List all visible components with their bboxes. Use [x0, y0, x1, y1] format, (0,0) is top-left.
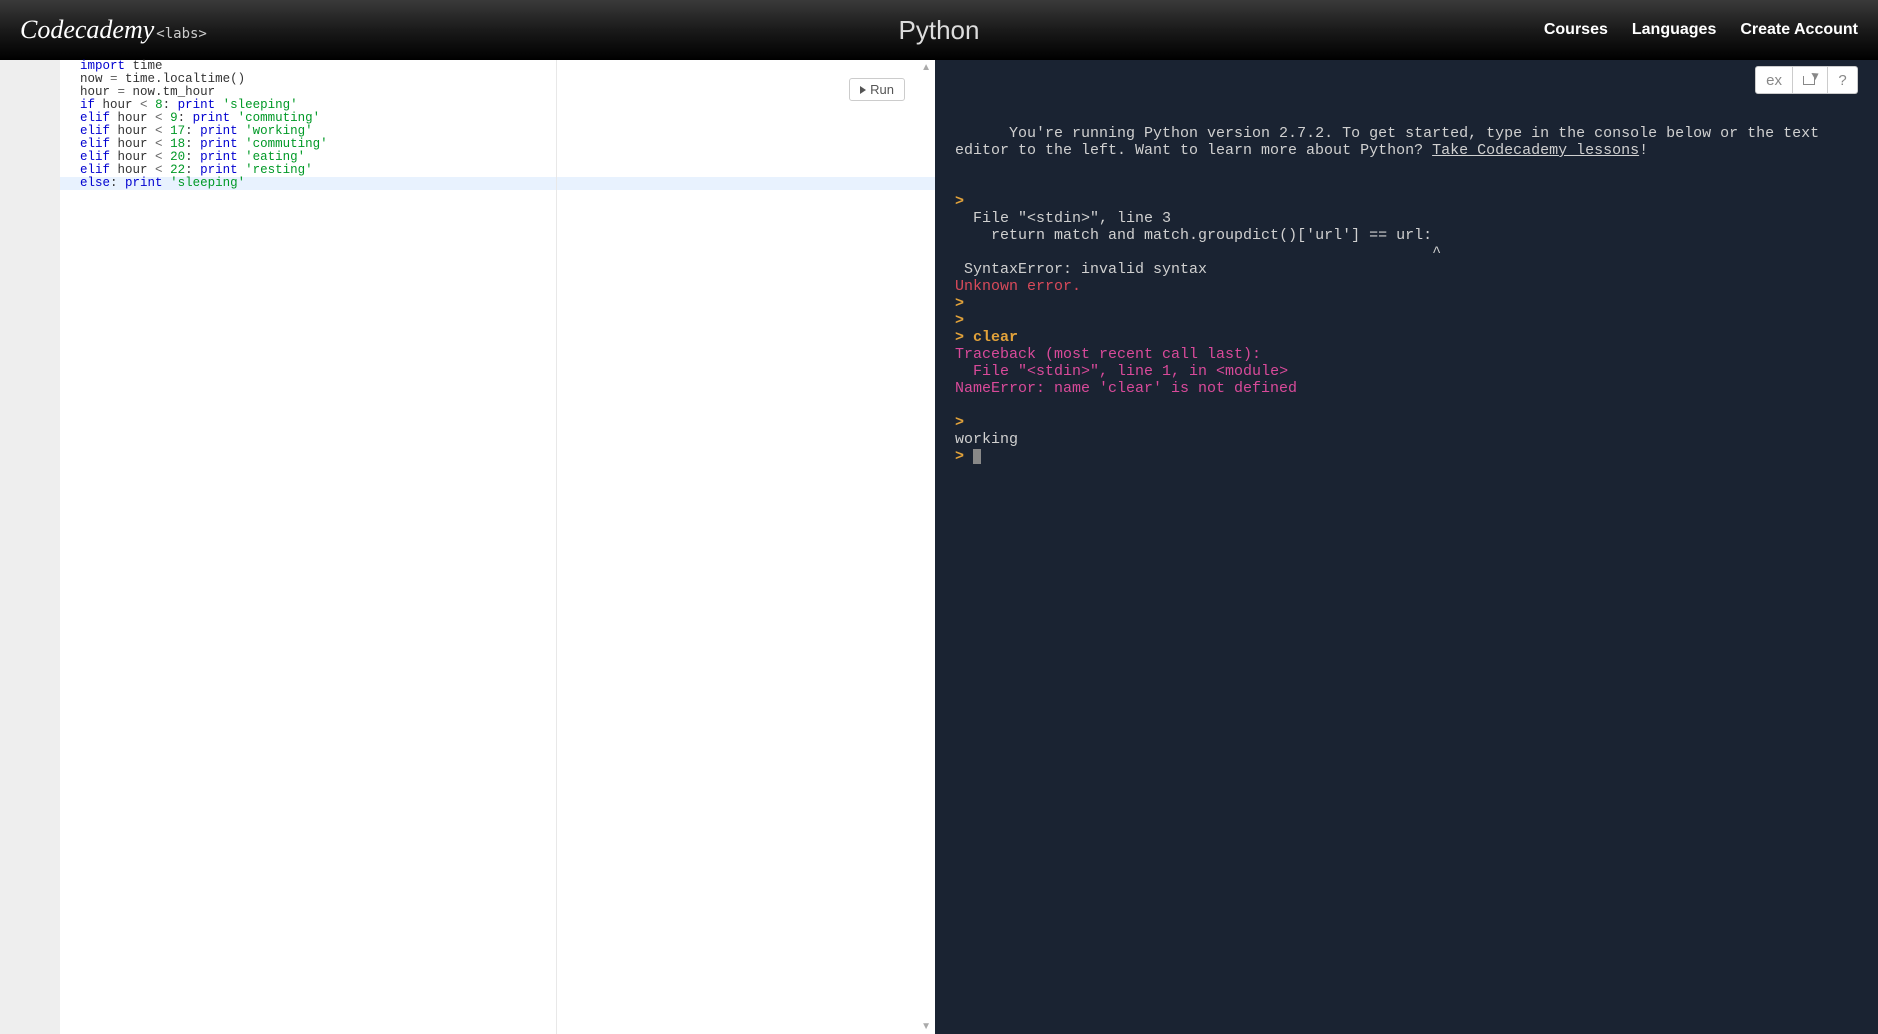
- console-line: >: [955, 312, 1858, 329]
- console-line: >: [955, 295, 1858, 312]
- console-line: ^: [955, 244, 1858, 261]
- nav-create-account[interactable]: Create Account: [1740, 21, 1858, 39]
- header-bar: Codecademy <labs> Python Courses Languag…: [0, 0, 1878, 60]
- main-split: import timenow = time.localtime()hour = …: [0, 60, 1878, 1034]
- examples-button[interactable]: ex: [1755, 66, 1793, 94]
- run-button[interactable]: Run: [849, 78, 905, 101]
- code-editor[interactable]: import timenow = time.localtime()hour = …: [60, 60, 935, 1034]
- console-line: [955, 397, 1858, 414]
- console-line: working: [955, 431, 1858, 448]
- play-icon: [860, 86, 866, 94]
- console-line: >: [955, 448, 1858, 465]
- console-line: NameError: name 'clear' is not defined: [955, 380, 1858, 397]
- code-line[interactable]: else: print 'sleeping': [60, 177, 935, 190]
- console-pane[interactable]: ex ? You're running Python version 2.7.2…: [935, 60, 1878, 1034]
- console-line: [955, 176, 1858, 193]
- console-line: SyntaxError: invalid syntax: [955, 261, 1858, 278]
- print-margin-ruler: [556, 60, 557, 1034]
- console-line: File "<stdin>", line 1, in <module>: [955, 363, 1858, 380]
- cursor: [973, 449, 981, 464]
- nav-links: Courses Languages Create Account: [1544, 21, 1858, 39]
- scroll-down-icon[interactable]: ▼: [921, 1021, 931, 1032]
- logo[interactable]: Codecademy <labs>: [20, 15, 207, 45]
- console-intro: You're running Python version 2.7.2. To …: [955, 108, 1858, 176]
- console-line: >: [955, 193, 1858, 210]
- logo-main: Codecademy: [20, 15, 154, 45]
- console-line: File "<stdin>", line 3: [955, 210, 1858, 227]
- nav-courses[interactable]: Courses: [1544, 21, 1608, 39]
- console-line: Unknown error.: [955, 278, 1858, 295]
- logo-labs: <labs>: [156, 26, 207, 42]
- help-button[interactable]: ?: [1828, 66, 1858, 94]
- nav-languages[interactable]: Languages: [1632, 21, 1716, 39]
- editor-gutter: [0, 60, 60, 1034]
- console-line: return match and match.groupdict()['url'…: [955, 227, 1858, 244]
- console-output: > File "<stdin>", line 3 return match an…: [955, 176, 1858, 465]
- console-line: >: [955, 414, 1858, 431]
- scroll-up-icon[interactable]: ▲: [921, 62, 931, 73]
- console-line: > clear: [955, 329, 1858, 346]
- console-line: Traceback (most recent call last):: [955, 346, 1858, 363]
- page-title: Python: [899, 15, 980, 46]
- share-icon: [1803, 73, 1817, 85]
- share-button[interactable]: [1793, 66, 1828, 94]
- run-label: Run: [870, 82, 894, 97]
- lessons-link[interactable]: Take Codecademy lessons: [1432, 142, 1639, 159]
- console-toolbar: ex ?: [1755, 66, 1858, 94]
- editor-pane: import timenow = time.localtime()hour = …: [0, 60, 935, 1034]
